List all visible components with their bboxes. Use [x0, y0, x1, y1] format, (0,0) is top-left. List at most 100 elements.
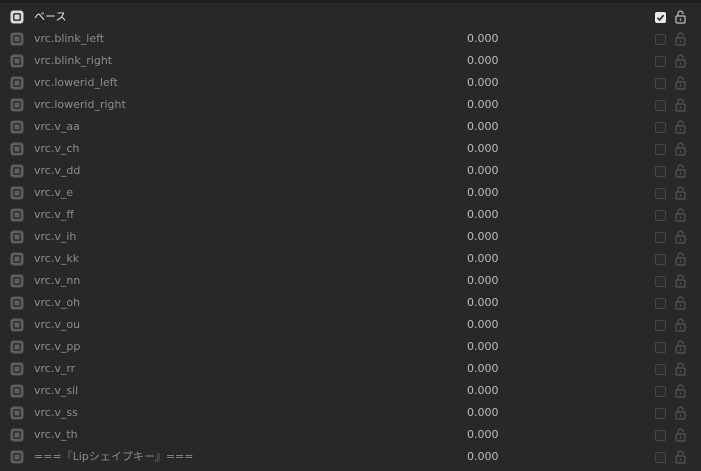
shape-key-name: vrc.v_pp — [34, 340, 81, 353]
shape-key-value-field[interactable]: 0.000 — [467, 295, 499, 311]
shape-key-value-field[interactable]: 0.000 — [467, 119, 499, 135]
shape-key-row[interactable]: vrc.v_ff 0.000 — [0, 204, 701, 226]
shape-key-row[interactable]: vrc.v_oh 0.000 — [0, 292, 701, 314]
shape-key-mute-checkbox[interactable] — [655, 144, 666, 155]
shape-key-row[interactable]: vrc.v_kk 0.000 — [0, 248, 701, 270]
shape-key-value-field[interactable]: 0.000 — [467, 339, 499, 355]
shape-key-row[interactable]: vrc.v_aa 0.000 — [0, 116, 701, 138]
shape-key-row[interactable]: vrc.v_ch 0.000 — [0, 138, 701, 160]
unlocked-padlock-icon[interactable] — [675, 98, 686, 112]
shape-key-name: vrc.v_e — [34, 186, 74, 199]
shape-key-value-field[interactable]: 0.000 — [467, 427, 499, 443]
shape-key-name: vrc.v_oh — [34, 296, 81, 309]
shape-key-mute-checkbox[interactable] — [655, 364, 666, 375]
shape-key-row[interactable]: vrc.v_th 0.000 — [0, 424, 701, 446]
shape-key-row[interactable]: vrc.lowerid_right 0.000 — [0, 94, 701, 116]
unlocked-padlock-icon[interactable] — [675, 252, 686, 266]
unlocked-padlock-icon[interactable] — [675, 120, 686, 134]
shape-key-name: vrc.v_sil — [34, 384, 79, 397]
shape-key-value-field[interactable]: 0.000 — [467, 185, 499, 201]
unlocked-padlock-icon[interactable] — [675, 450, 686, 464]
shape-key-row[interactable]: vrc.v_dd 0.000 — [0, 160, 701, 182]
shape-key-row[interactable]: vrc.blink_left 0.000 — [0, 28, 701, 50]
shape-key-icon — [10, 186, 24, 200]
shape-key-mute-checkbox[interactable] — [655, 320, 666, 331]
shape-key-row-base[interactable]: ベース — [0, 6, 701, 28]
shape-key-row[interactable]: vrc.v_ih 0.000 — [0, 226, 701, 248]
shape-key-value-field[interactable]: 0.000 — [467, 207, 499, 223]
shape-key-value-field[interactable]: 0.000 — [467, 229, 499, 245]
shape-key-value-field[interactable]: 0.000 — [467, 317, 499, 333]
shape-key-value-field[interactable]: 0.000 — [467, 53, 499, 69]
shape-key-name: vrc.lowerid_right — [34, 98, 126, 111]
unlocked-padlock-icon[interactable] — [675, 54, 686, 68]
shape-key-mute-checkbox[interactable] — [655, 34, 666, 45]
shape-key-mute-checkbox[interactable] — [655, 210, 666, 221]
shape-key-mute-checkbox[interactable] — [655, 78, 666, 89]
shape-key-value-field[interactable]: 0.000 — [467, 383, 499, 399]
shape-key-value-field[interactable]: 0.000 — [467, 361, 499, 377]
shape-key-value-field[interactable]: 0.000 — [467, 273, 499, 289]
shape-key-mute-checkbox[interactable] — [655, 298, 666, 309]
shape-key-icon — [10, 98, 24, 112]
shape-key-row[interactable]: vrc.blink_right 0.000 — [0, 50, 701, 72]
unlocked-padlock-icon[interactable] — [675, 186, 686, 200]
shape-key-value-field[interactable]: 0.000 — [467, 163, 499, 179]
shape-key-icon — [10, 142, 24, 156]
shape-key-name: vrc.v_kk — [34, 252, 80, 265]
unlocked-padlock-icon[interactable] — [675, 406, 686, 420]
unlocked-padlock-icon[interactable] — [675, 230, 686, 244]
shape-key-icon — [10, 230, 24, 244]
unlocked-padlock-icon[interactable] — [675, 142, 686, 156]
shape-key-value-field[interactable]: 0.000 — [467, 97, 499, 113]
unlocked-padlock-icon[interactable] — [675, 208, 686, 222]
shape-key-mute-checkbox[interactable] — [655, 386, 666, 397]
unlocked-padlock-icon[interactable] — [675, 296, 686, 310]
shape-key-mute-checkbox[interactable] — [655, 276, 666, 287]
shape-key-mute-checkbox[interactable] — [655, 56, 666, 67]
shape-key-mute-checkbox[interactable] — [655, 254, 666, 265]
shape-key-mute-checkbox[interactable] — [655, 430, 666, 441]
unlocked-padlock-icon[interactable] — [675, 164, 686, 178]
shape-key-value-field[interactable]: 0.000 — [467, 449, 499, 465]
unlocked-padlock-icon[interactable] — [675, 428, 686, 442]
shape-key-mute-checkbox[interactable] — [655, 188, 666, 199]
shape-key-row[interactable]: vrc.lowerid_left 0.000 — [0, 72, 701, 94]
shape-key-mute-checkbox[interactable] — [655, 166, 666, 177]
shape-key-value-field[interactable]: 0.000 — [467, 141, 499, 157]
shape-key-row[interactable]: vrc.v_pp 0.000 — [0, 336, 701, 358]
shape-key-value-field[interactable]: 0.000 — [467, 75, 499, 91]
unlocked-padlock-icon[interactable] — [675, 10, 686, 24]
shape-key-value-field[interactable]: 0.000 — [467, 405, 499, 421]
unlocked-padlock-icon[interactable] — [675, 384, 686, 398]
shape-key-value-field[interactable]: 0.000 — [467, 31, 499, 47]
shape-key-icon — [10, 252, 24, 266]
shape-key-mute-checkbox[interactable] — [655, 122, 666, 133]
shape-key-row[interactable]: vrc.v_nn 0.000 — [0, 270, 701, 292]
unlocked-padlock-icon[interactable] — [675, 32, 686, 46]
unlocked-padlock-icon[interactable] — [675, 76, 686, 90]
shape-key-mute-checkbox[interactable] — [655, 342, 666, 353]
shape-key-row[interactable]: vrc.v_ss 0.000 — [0, 402, 701, 424]
shape-key-row[interactable]: vrc.v_sil 0.000 — [0, 380, 701, 402]
shape-key-row[interactable]: ===『Lipシェイプキー』=== 0.000 — [0, 446, 701, 468]
shape-key-list: ベース vrc.blink_left 0.000 vrc.blink_right… — [0, 6, 701, 468]
shape-key-mute-checkbox[interactable] — [655, 232, 666, 243]
unlocked-padlock-icon[interactable] — [675, 362, 686, 376]
shape-key-mute-checkbox[interactable] — [655, 408, 666, 419]
unlocked-padlock-icon[interactable] — [675, 340, 686, 354]
shape-key-row[interactable]: vrc.v_e 0.000 — [0, 182, 701, 204]
shape-key-icon — [10, 318, 24, 332]
shape-key-row[interactable]: vrc.v_rr 0.000 — [0, 358, 701, 380]
shape-key-name: ベース — [34, 10, 67, 23]
shape-key-icon — [10, 274, 24, 288]
shape-key-icon — [10, 450, 24, 464]
shape-key-row[interactable]: vrc.v_ou 0.000 — [0, 314, 701, 336]
shape-key-mute-checkbox[interactable] — [655, 12, 666, 23]
unlocked-padlock-icon[interactable] — [675, 274, 686, 288]
shape-key-mute-checkbox[interactable] — [655, 452, 666, 463]
shape-key-mute-checkbox[interactable] — [655, 100, 666, 111]
shape-key-icon — [10, 32, 24, 46]
unlocked-padlock-icon[interactable] — [675, 318, 686, 332]
shape-key-value-field[interactable]: 0.000 — [467, 251, 499, 267]
